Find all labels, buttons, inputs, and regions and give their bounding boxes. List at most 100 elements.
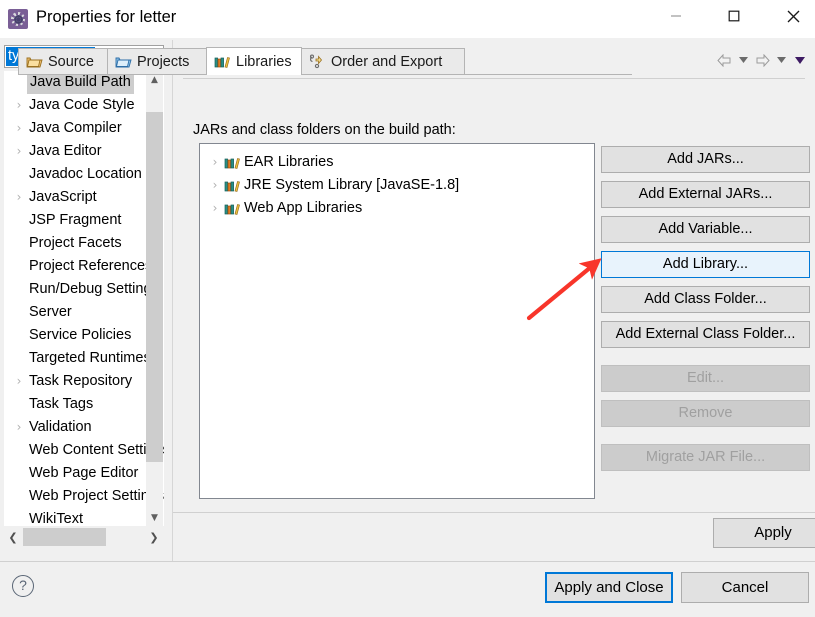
chevron-right-icon[interactable]: ❯ bbox=[145, 528, 163, 546]
sidebar-item-label: Targeted Runtimes bbox=[29, 350, 151, 366]
sidebar-item-label: Project References bbox=[29, 258, 153, 274]
apply-button[interactable]: Apply bbox=[713, 518, 815, 548]
sidebar-item-project-facets[interactable]: Project Facets bbox=[4, 232, 164, 255]
add-class-folder-button[interactable]: Add Class Folder... bbox=[601, 286, 810, 313]
chevron-down-icon[interactable]: ▼ bbox=[146, 509, 163, 526]
tab-label: Projects bbox=[137, 54, 190, 70]
sidebar-item-wikitext[interactable]: WikiText bbox=[4, 508, 164, 526]
sidebar-item-web-content-settings[interactable]: Web Content Settings bbox=[4, 439, 164, 462]
chevron-right-icon[interactable]: › bbox=[13, 186, 25, 209]
projects-folder-icon bbox=[115, 54, 132, 70]
sidebar-item-label: JavaScript bbox=[29, 189, 97, 205]
help-icon[interactable]: ? bbox=[12, 575, 34, 597]
window-titlebar: Properties for letter bbox=[0, 0, 815, 38]
add-jars-button[interactable]: Add JARs... bbox=[601, 146, 810, 173]
sidebar-item-web-page-editor[interactable]: Web Page Editor bbox=[4, 462, 164, 485]
tab-label: Order and Export bbox=[331, 54, 443, 70]
cancel-button[interactable]: Cancel bbox=[681, 572, 809, 603]
sidebar-item-label: Java Code Style bbox=[29, 97, 135, 113]
sidebar-item-label: Service Policies bbox=[29, 327, 132, 343]
order-export-icon bbox=[309, 54, 326, 70]
library-books-icon bbox=[224, 201, 240, 216]
chevron-right-icon[interactable]: › bbox=[13, 94, 25, 117]
scrollbar-thumb[interactable] bbox=[146, 112, 163, 462]
sidebar-item-validation[interactable]: › Validation bbox=[4, 416, 164, 439]
tree-horizontal-scrollbar[interactable]: ❮ ❯ bbox=[4, 528, 163, 546]
caret-down-icon[interactable] bbox=[734, 51, 752, 69]
chevron-right-icon[interactable]: › bbox=[209, 174, 221, 197]
apply-and-close-button[interactable]: Apply and Close bbox=[545, 572, 673, 603]
sidebar-item-label: Task Tags bbox=[29, 396, 94, 412]
apply-separator bbox=[173, 512, 815, 513]
tab-strip: Source Projects Libraries Order and Export bbox=[18, 47, 632, 75]
sidebar-item-javadoc-location[interactable]: Javadoc Location bbox=[4, 163, 164, 186]
chevron-left-icon[interactable]: ❮ bbox=[4, 528, 22, 546]
window-title: Properties for letter bbox=[36, 8, 177, 26]
chevron-right-icon[interactable]: › bbox=[13, 117, 25, 140]
library-list-item-label: EAR Libraries bbox=[244, 154, 334, 170]
maximize-icon[interactable] bbox=[711, 0, 757, 32]
sidebar-item-java-compiler[interactable]: › Java Compiler bbox=[4, 117, 164, 140]
migrate-jar-file-button: Migrate JAR File... bbox=[601, 444, 810, 471]
libraries-books-icon bbox=[214, 54, 231, 70]
tab-label: Source bbox=[48, 54, 94, 70]
add-external-jars-button[interactable]: Add External JARs... bbox=[601, 181, 810, 208]
library-list-item-label: Web App Libraries bbox=[244, 200, 363, 216]
sidebar-item-service-policies[interactable]: Service Policies bbox=[4, 324, 164, 347]
chevron-right-icon[interactable]: › bbox=[209, 197, 221, 220]
libraries-list[interactable]: › EAR Libraries › JRE System Library [JavaS… bbox=[199, 143, 595, 499]
sidebar-item-task-repository[interactable]: › Task Repository bbox=[4, 370, 164, 393]
sidebar-item-label: Server bbox=[29, 304, 72, 320]
library-list-item[interactable]: › JRE System Library [JavaSE-1.8] bbox=[200, 174, 594, 197]
sidebar-item-java-editor[interactable]: › Java Editor bbox=[4, 140, 164, 163]
close-icon[interactable] bbox=[770, 0, 815, 32]
view-menu-caret-icon[interactable] bbox=[791, 51, 809, 69]
title-separator bbox=[183, 78, 805, 79]
settings-tree[interactable]: Java Build Path › Java Code Style › Java Com… bbox=[4, 71, 164, 526]
sidebar-item-javascript[interactable]: › JavaScript bbox=[4, 186, 164, 209]
source-folder-icon bbox=[26, 54, 43, 70]
chevron-right-icon[interactable]: › bbox=[209, 151, 221, 174]
sidebar-item-label: Web Page Editor bbox=[29, 465, 139, 481]
sidebar-item-label: Task Repository bbox=[29, 373, 133, 389]
back-arrow-icon[interactable] bbox=[715, 51, 733, 69]
sidebar-item-targeted-runtimes[interactable]: Targeted Runtimes bbox=[4, 347, 164, 370]
library-list-item[interactable]: › Web App Libraries bbox=[200, 197, 594, 220]
sidebar-item-label: Project Facets bbox=[29, 235, 122, 251]
sidebar-item-label: Java Compiler bbox=[29, 120, 122, 136]
sidebar-item-java-code-style[interactable]: › Java Code Style bbox=[4, 94, 164, 117]
sidebar-item-task-tags[interactable]: Task Tags bbox=[4, 393, 164, 416]
tab-source[interactable]: Source bbox=[18, 48, 108, 75]
add-library-button[interactable]: Add Library... bbox=[601, 251, 810, 278]
caret-down-icon[interactable] bbox=[772, 51, 790, 69]
tree-vertical-scrollbar[interactable]: ▲ ▼ bbox=[146, 71, 163, 526]
tab-order-and-export[interactable]: Order and Export bbox=[301, 48, 465, 75]
sidebar-item-label: Web Project Settings bbox=[29, 488, 164, 504]
minimize-icon[interactable] bbox=[653, 0, 699, 32]
tab-underline bbox=[18, 74, 632, 75]
sidebar-item-project-references[interactable]: Project References bbox=[4, 255, 164, 278]
sidebar-item-web-project-settings[interactable]: Web Project Settings bbox=[4, 485, 164, 508]
properties-gear-icon bbox=[8, 9, 28, 29]
edit-button: Edit... bbox=[601, 365, 810, 392]
sidebar-item-jsp-fragment[interactable]: JSP Fragment bbox=[4, 209, 164, 232]
sidebar-item-label: Run/Debug Settings bbox=[29, 281, 159, 297]
tab-label: Libraries bbox=[236, 53, 292, 70]
libraries-list-label: JARs and class folders on the build path… bbox=[193, 122, 456, 138]
tab-libraries[interactable]: Libraries bbox=[206, 47, 302, 75]
library-list-item[interactable]: › EAR Libraries bbox=[200, 151, 594, 174]
scrollbar-thumb-horizontal[interactable] bbox=[23, 528, 106, 546]
sidebar-item-server[interactable]: Server bbox=[4, 301, 164, 324]
sidebar-item-label: JSP Fragment bbox=[29, 212, 122, 228]
add-variable-button[interactable]: Add Variable... bbox=[601, 216, 810, 243]
forward-arrow-icon[interactable] bbox=[753, 51, 771, 69]
chevron-right-icon[interactable]: › bbox=[13, 140, 25, 163]
sidebar-item-label: WikiText bbox=[29, 511, 83, 526]
sidebar-item-label: Web Content Settings bbox=[29, 442, 164, 458]
tab-projects[interactable]: Projects bbox=[107, 48, 207, 75]
sidebar-item-run-debug-settings[interactable]: Run/Debug Settings bbox=[4, 278, 164, 301]
list-top-padding bbox=[200, 144, 594, 151]
add-external-class-folder-button[interactable]: Add External Class Folder... bbox=[601, 321, 810, 348]
chevron-right-icon[interactable]: › bbox=[13, 416, 25, 439]
chevron-right-icon[interactable]: › bbox=[13, 370, 25, 393]
